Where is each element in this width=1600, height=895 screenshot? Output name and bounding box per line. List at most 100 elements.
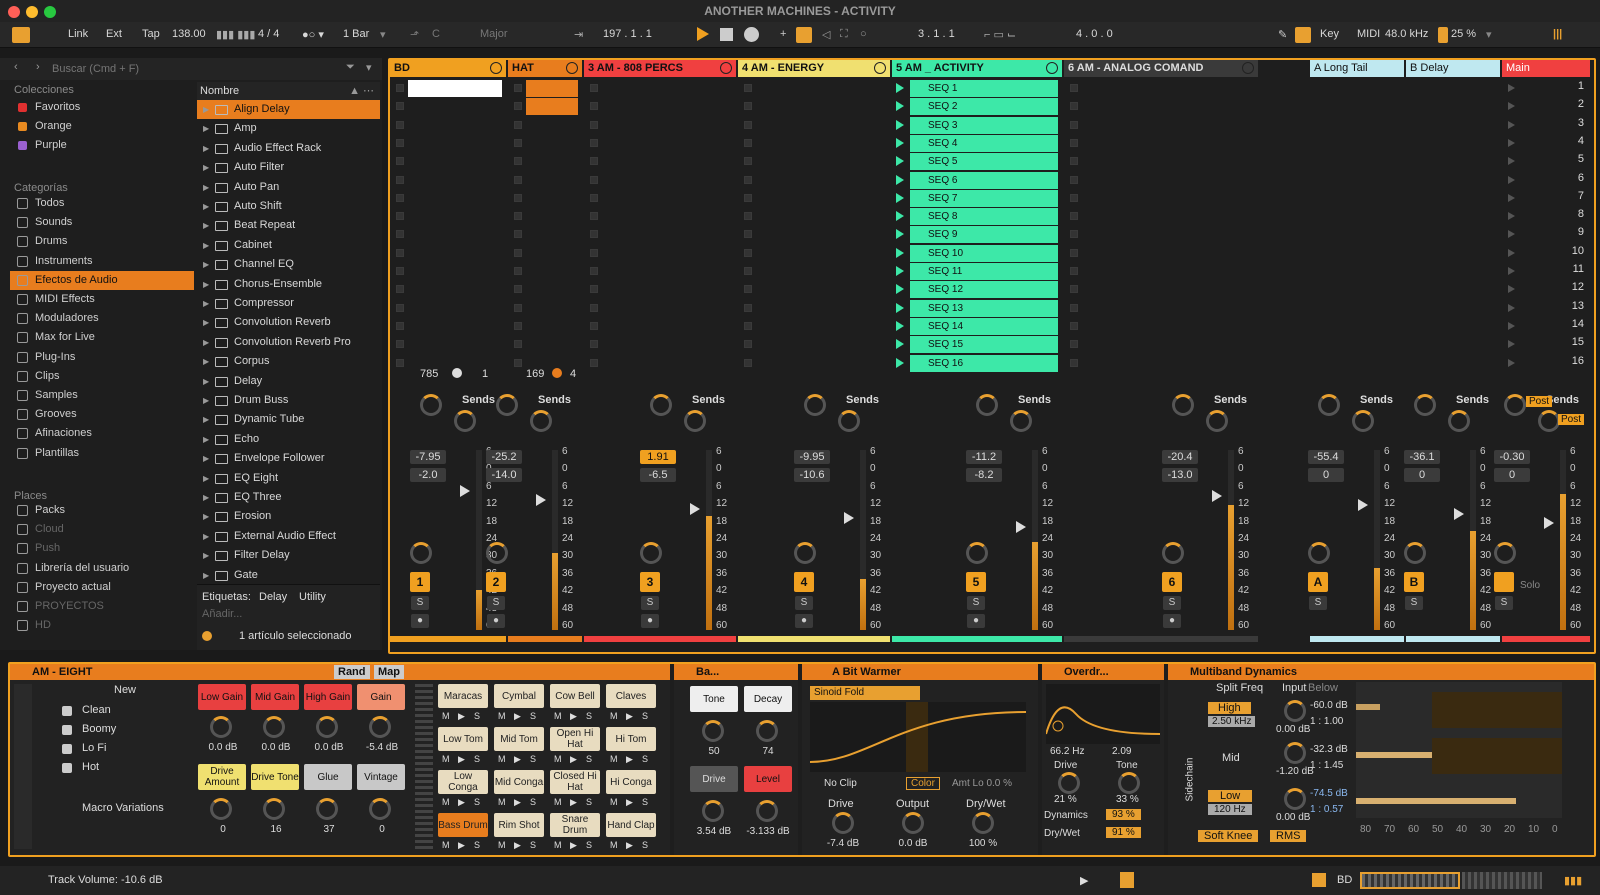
pad-solo-button[interactable]: S: [530, 711, 536, 721]
track-activator-button[interactable]: [1494, 572, 1514, 592]
stop-icon[interactable]: [720, 28, 733, 41]
place-item[interactable]: Push: [10, 539, 194, 558]
pad-mute-button[interactable]: M: [442, 711, 450, 721]
track-pan-field[interactable]: 0: [1404, 468, 1440, 482]
clip-stop-button[interactable]: [396, 193, 404, 202]
clip-play-icon[interactable]: [896, 357, 904, 368]
track-activator-button[interactable]: A: [1308, 572, 1328, 592]
clip-stop-button[interactable]: [514, 120, 522, 129]
track-fold-icon[interactable]: [1046, 62, 1058, 74]
expand-arrow-icon[interactable]: ▶: [203, 352, 209, 371]
clip-stop-button[interactable]: [744, 303, 752, 312]
clip-stop-button[interactable]: [514, 157, 522, 166]
scene-launch-button[interactable]: 14: [1572, 318, 1584, 330]
category-item[interactable]: MIDI Effects: [10, 290, 194, 309]
tap-button[interactable]: Tap: [142, 28, 160, 40]
track-fold-icon[interactable]: [874, 62, 886, 74]
solo-button[interactable]: S: [1405, 596, 1423, 610]
clip-stop-button[interactable]: [590, 193, 598, 202]
clip-stop-button[interactable]: [1070, 102, 1078, 111]
cpu-chevron-icon[interactable]: ▾: [1486, 28, 1492, 41]
pad-grid-overview[interactable]: [415, 684, 433, 849]
clip-stop-button[interactable]: [514, 285, 522, 294]
clip-stop-button[interactable]: [396, 175, 404, 184]
clip-slot[interactable]: SEQ 1: [910, 80, 1058, 97]
more-icon[interactable]: ⋯: [363, 82, 374, 100]
track-pan-field[interactable]: -14.0: [486, 468, 522, 482]
clip-slot[interactable]: SEQ 6: [910, 171, 1058, 189]
track-header[interactable]: 4 AM - ENERGY: [738, 60, 890, 77]
clip-stop-button[interactable]: [744, 212, 752, 221]
scene-play-icon[interactable]: [1508, 102, 1515, 111]
clip-stop-button[interactable]: [1070, 157, 1078, 166]
browser-list-item[interactable]: ▶ Auto Pan: [197, 178, 380, 197]
clip-stop-button[interactable]: [396, 157, 404, 166]
browser-search-input[interactable]: [52, 61, 342, 77]
clip-stop-button[interactable]: [396, 230, 404, 239]
loop-start-field[interactable]: 3 . 1 . 1: [918, 28, 955, 40]
clip-stop-button[interactable]: [744, 138, 752, 147]
solo-button[interactable]: S: [1495, 596, 1513, 610]
pad-play-icon[interactable]: ▶: [626, 797, 633, 808]
clip-slot[interactable]: SEQ 12: [910, 281, 1058, 299]
clip-stop-button[interactable]: [590, 358, 598, 367]
volume-fader-handle[interactable]: [1358, 499, 1368, 511]
pad-solo-button[interactable]: S: [474, 797, 480, 807]
send-a-knob[interactable]: [1172, 394, 1194, 416]
track-activator-button[interactable]: 6: [1162, 572, 1182, 592]
tone-knob[interactable]: [702, 720, 724, 742]
track-fold-icon[interactable]: [1242, 62, 1254, 74]
volume-fader-handle[interactable]: [460, 485, 470, 497]
browser-list-item[interactable]: ▶ Delay: [197, 372, 380, 391]
send-b-knob[interactable]: [838, 410, 860, 432]
drum-pad[interactable]: Mid Tom: [494, 727, 544, 751]
track-activator-button[interactable]: 5: [966, 572, 986, 592]
pad-mute-button[interactable]: M: [554, 754, 562, 764]
scene-play-icon[interactable]: [1508, 138, 1515, 147]
browser-list-item[interactable]: ▶ Envelope Follower: [197, 449, 380, 468]
clip-stop-button[interactable]: [590, 175, 598, 184]
pan-knob[interactable]: [1162, 542, 1184, 564]
arrangement-overview-minimap[interactable]: [1462, 872, 1542, 889]
metronome-bars-icon[interactable]: ▮▮▮ ▮▮▮: [216, 28, 255, 41]
clip-stop-button[interactable]: [1070, 212, 1078, 221]
track-header[interactable]: 3 AM - 808 PERCS: [584, 60, 736, 77]
clip-stop-button[interactable]: [590, 267, 598, 275]
pad-play-icon[interactable]: ▶: [514, 797, 521, 808]
macro-knob[interactable]: [263, 716, 285, 738]
clip-stop-button[interactable]: [590, 230, 598, 239]
macro-knob[interactable]: [210, 798, 232, 820]
sort-ascending-icon[interactable]: ▲: [349, 82, 360, 100]
warmer-output-knob[interactable]: [902, 812, 924, 834]
macro-knob[interactable]: [369, 716, 391, 738]
track-volume-field[interactable]: -55.4: [1308, 450, 1344, 464]
send-a-knob[interactable]: [420, 394, 442, 416]
expand-arrow-icon[interactable]: ▶: [203, 158, 209, 177]
macro-knob[interactable]: [316, 798, 338, 820]
arm-button[interactable]: ●: [967, 614, 985, 628]
clip-stop-button[interactable]: [396, 212, 404, 221]
drum-pad[interactable]: Open Hi Hat: [550, 727, 600, 751]
clip-stop-button[interactable]: [396, 248, 404, 257]
solo-button[interactable]: S: [411, 596, 429, 610]
dynamics-slider[interactable]: 93 %: [1106, 809, 1141, 820]
scene-play-icon[interactable]: [1508, 248, 1515, 257]
category-item[interactable]: Grooves: [10, 405, 194, 424]
scene-launch-button[interactable]: 11: [1573, 263, 1584, 275]
clip-stop-button[interactable]: [744, 230, 752, 239]
clip-stop-button[interactable]: [514, 303, 522, 312]
browser-list-item[interactable]: ▶ Auto Shift: [197, 197, 380, 216]
browser-list-item[interactable]: ▶ Chorus-Ensemble: [197, 275, 380, 294]
expand-arrow-icon[interactable]: ▶: [203, 372, 209, 391]
track-header[interactable]: BD: [390, 60, 506, 77]
loop-length-field[interactable]: 4 . 0 . 0: [1076, 28, 1113, 40]
list-column-header[interactable]: Nombre ▲ ⋯: [197, 82, 380, 100]
expand-arrow-icon[interactable]: ▶: [203, 255, 209, 274]
clip-play-icon[interactable]: [896, 174, 904, 185]
macro-knob[interactable]: [316, 716, 338, 738]
place-item[interactable]: Proyecto actual: [10, 578, 194, 597]
clip-stop-button[interactable]: [590, 340, 598, 349]
track-volume-field[interactable]: -0.30: [1494, 450, 1530, 464]
send-b-knob[interactable]: [1538, 410, 1560, 432]
send-a-knob[interactable]: [1504, 394, 1526, 416]
